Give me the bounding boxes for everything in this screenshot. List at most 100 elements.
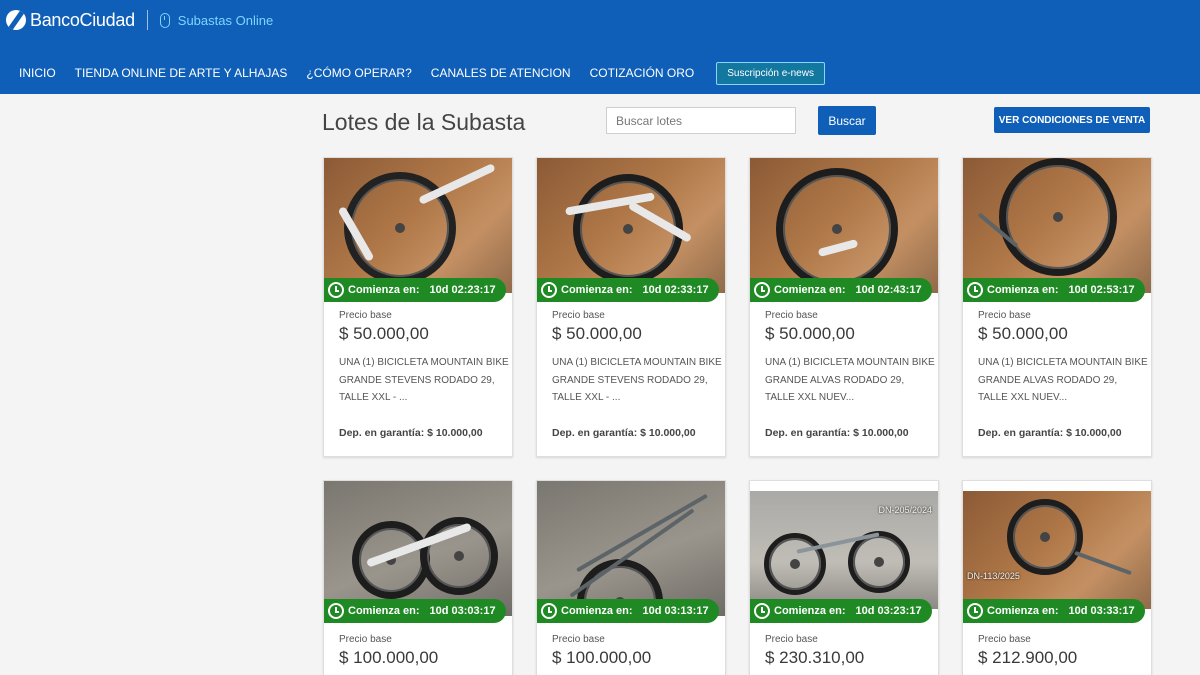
base-price: $ 50.000,00 (978, 324, 1068, 343)
countdown-value: 10d 02:33:17 (642, 284, 709, 296)
base-price-label: Precio base (552, 634, 605, 645)
deposit-label: Dep. en garantía: (978, 427, 1064, 439)
deposit: Dep. en garantía: $ 10.000,00 (552, 427, 696, 439)
countdown-label: Comienza en: (987, 284, 1059, 296)
lot-card[interactable]: DN-205/2024 Comienza en: 10d 03:23:17 Pre… (749, 480, 939, 675)
base-price-label: Precio base (339, 310, 392, 321)
photo-tag: DN-205/2024 (878, 505, 932, 515)
wheel-shape (1007, 499, 1083, 575)
lot-card[interactable]: Comienza en: 10d 02:23:17 Precio base $ 5… (323, 157, 513, 457)
lot-description: UNA (1) BICICLETA MOUNTAIN BIKE GRANDE A… (765, 357, 935, 403)
deposit: Dep. en garantía: $ 10.000,00 (765, 427, 909, 439)
lot-card[interactable]: Comienza en: 10d 02:53:17 Precio base $ 5… (962, 157, 1152, 457)
base-price: $ 50.000,00 (552, 324, 642, 343)
countdown-badge: Comienza en: 10d 02:33:17 (537, 278, 719, 302)
lot-card[interactable]: Comienza en: 10d 03:03:17 Precio base $ 1… (323, 480, 513, 675)
terms-button[interactable]: VER CONDICIONES DE VENTA (994, 107, 1150, 133)
newsletter-button[interactable]: Suscripción e-news (716, 61, 825, 85)
base-price-label: Precio base (978, 310, 1031, 321)
nav-inicio[interactable]: INICIO (19, 66, 56, 80)
clock-icon (328, 282, 344, 298)
nav-cotizacion-oro[interactable]: COTIZACIÓN ORO (590, 66, 695, 80)
frame-shape (1074, 550, 1132, 576)
base-price: $ 100.000,00 (339, 648, 439, 667)
wheel-shape (999, 158, 1117, 276)
deposit-label: Dep. en garantía: (552, 427, 638, 439)
base-price: $ 100.000,00 (552, 648, 652, 667)
lot-photo[interactable] (537, 481, 725, 616)
countdown-label: Comienza en: (561, 605, 633, 617)
page-title: Lotes de la Subasta (322, 109, 526, 135)
lot-photo[interactable] (537, 158, 725, 293)
countdown-value: 10d 03:23:17 (855, 605, 922, 617)
lot-photo[interactable] (324, 481, 512, 616)
countdown-value: 10d 02:53:17 (1068, 284, 1135, 296)
deposit-label: Dep. en garantía: (765, 427, 851, 439)
bancociudad-logo-icon (6, 10, 26, 30)
clock-icon (967, 603, 983, 619)
brand-divider (146, 10, 148, 30)
nav-como-operar[interactable]: ¿CÓMO OPERAR? (306, 66, 411, 80)
base-price-label: Precio base (978, 634, 1031, 645)
countdown-badge: Comienza en: 10d 03:13:17 (537, 599, 719, 623)
base-price: $ 230.310,00 (765, 648, 865, 667)
base-price: $ 50.000,00 (339, 324, 429, 343)
countdown-label: Comienza en: (348, 284, 420, 296)
lot-photo[interactable] (324, 158, 512, 293)
countdown-label: Comienza en: (348, 605, 420, 617)
nav-tienda-online[interactable]: TIENDA ONLINE DE ARTE Y ALHAJAS (75, 66, 288, 80)
base-price-label: Precio base (339, 634, 392, 645)
wheel-shape (776, 168, 898, 290)
countdown-label: Comienza en: (987, 605, 1059, 617)
lot-description: UNA (1) BICICLETA MOUNTAIN BIKE GRANDE A… (978, 357, 1148, 403)
lot-card[interactable]: Comienza en: 10d 03:13:17 Precio base $ 1… (536, 480, 726, 675)
base-price: $ 212.900,00 (978, 648, 1078, 667)
clock-icon (541, 282, 557, 298)
product-name: Subastas Online (177, 12, 274, 28)
search-button[interactable]: Buscar (818, 106, 876, 135)
frame-shape (576, 493, 708, 573)
lot-photo[interactable] (963, 158, 1151, 293)
lot-description: UNA (1) BICICLETA MOUNTAIN BIKE GRANDE S… (552, 357, 722, 403)
brand[interactable]: BancoCiudad Subastas Online (6, 7, 273, 33)
lot-photo[interactable] (750, 158, 938, 293)
nav-canales-atencion[interactable]: CANALES DE ATENCION (431, 66, 571, 80)
base-price-label: Precio base (552, 310, 605, 321)
wheel-shape (352, 521, 430, 599)
lot-card[interactable]: Comienza en: 10d 02:33:17 Precio base $ 5… (536, 157, 726, 457)
lot-card[interactable]: Comienza en: 10d 02:43:17 Precio base $ 5… (749, 157, 939, 457)
countdown-value: 10d 03:03:17 (429, 605, 496, 617)
countdown-label: Comienza en: (774, 284, 846, 296)
countdown-badge: Comienza en: 10d 03:23:17 (750, 599, 932, 623)
base-price: $ 50.000,00 (765, 324, 855, 343)
countdown-value: 10d 02:23:17 (429, 284, 496, 296)
countdown-badge: Comienza en: 10d 03:03:17 (324, 599, 506, 623)
mouse-icon (159, 12, 170, 28)
clock-icon (328, 603, 344, 619)
countdown-value: 10d 03:33:17 (1068, 605, 1135, 617)
wheel-shape (764, 533, 826, 595)
clock-icon (967, 282, 983, 298)
countdown-badge: Comienza en: 10d 03:33:17 (963, 599, 1145, 623)
lot-card[interactable]: DN-113/2025 Comienza en: 10d 03:33:17 Pre… (962, 480, 1152, 675)
deposit-value: $ 10.000,00 (427, 427, 483, 439)
lot-photo[interactable]: DN-205/2024 (750, 491, 938, 609)
countdown-value: 10d 02:43:17 (855, 284, 922, 296)
countdown-badge: Comienza en: 10d 02:53:17 (963, 278, 1145, 302)
countdown-badge: Comienza en: 10d 02:43:17 (750, 278, 932, 302)
brand-name: BancoCiudad (30, 9, 135, 30)
clock-icon (754, 603, 770, 619)
main-nav: INICIO TIENDA ONLINE DE ARTE Y ALHAJAS ¿… (0, 60, 825, 86)
clock-icon (541, 603, 557, 619)
deposit: Dep. en garantía: $ 10.000,00 (339, 427, 483, 439)
countdown-label: Comienza en: (774, 605, 846, 617)
search-input[interactable] (606, 107, 796, 134)
lot-photo[interactable]: DN-113/2025 (963, 491, 1151, 609)
countdown-value: 10d 03:13:17 (642, 605, 709, 617)
countdown-badge: Comienza en: 10d 02:23:17 (324, 278, 506, 302)
clock-icon (754, 282, 770, 298)
deposit-value: $ 10.000,00 (1066, 427, 1122, 439)
base-price-label: Precio base (765, 634, 818, 645)
photo-tag: DN-113/2025 (967, 571, 1020, 581)
deposit-value: $ 10.000,00 (640, 427, 696, 439)
